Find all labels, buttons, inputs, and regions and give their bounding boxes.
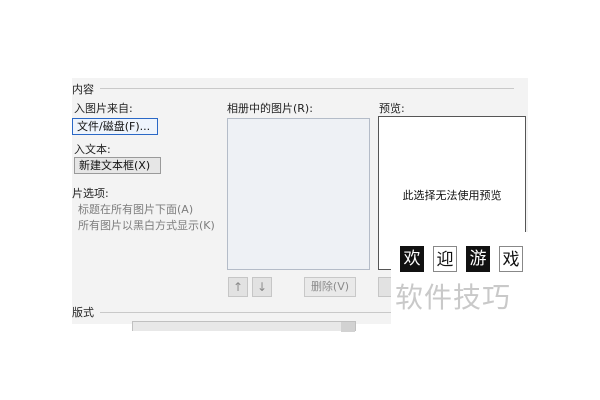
- preview-label: 预览:: [379, 102, 405, 115]
- rotate-button[interactable]: [378, 277, 392, 297]
- watermark-tile: 欢: [400, 246, 424, 272]
- insert-text-label: 入文本:: [74, 143, 111, 156]
- watermark-tile: 迎: [433, 246, 457, 272]
- picture-options-label: 片选项:: [72, 187, 109, 200]
- arrow-down-icon: ↓: [256, 280, 268, 294]
- watermark: 欢 迎 游 戏 软件技巧: [391, 232, 600, 334]
- watermark-tile: 游: [466, 246, 490, 272]
- album-pictures-list[interactable]: [227, 118, 370, 270]
- content-group-title: 内容: [72, 83, 94, 96]
- chevron-down-icon[interactable]: [341, 322, 355, 332]
- captions-below-option[interactable]: 标题在所有图片下面(A): [78, 201, 193, 217]
- watermark-text: 软件技巧: [395, 281, 512, 314]
- arrow-up-icon: ↑: [232, 280, 244, 294]
- content-group-divider: [100, 88, 514, 89]
- watermark-tiles: 欢 迎 游 戏: [400, 246, 524, 272]
- watermark-tile: 戏: [499, 246, 523, 272]
- move-down-button[interactable]: ↓: [252, 277, 272, 297]
- layout-group-title: 版式: [72, 306, 94, 319]
- move-up-button[interactable]: ↑: [228, 277, 248, 297]
- picture-layout-combo[interactable]: [132, 321, 356, 332]
- file-disk-button[interactable]: 文件/磁盘(F)...: [72, 118, 158, 135]
- black-white-option[interactable]: 所有图片以黑白方式显示(K): [78, 217, 215, 233]
- insert-picture-from-label: 入图片来自:: [74, 102, 133, 115]
- new-textbox-button[interactable]: 新建文本框(X): [74, 157, 161, 174]
- album-pictures-label: 相册中的图片(R):: [227, 102, 313, 115]
- remove-button[interactable]: 删除(V): [304, 277, 356, 297]
- preview-message: 此选择无法使用预览: [402, 189, 502, 202]
